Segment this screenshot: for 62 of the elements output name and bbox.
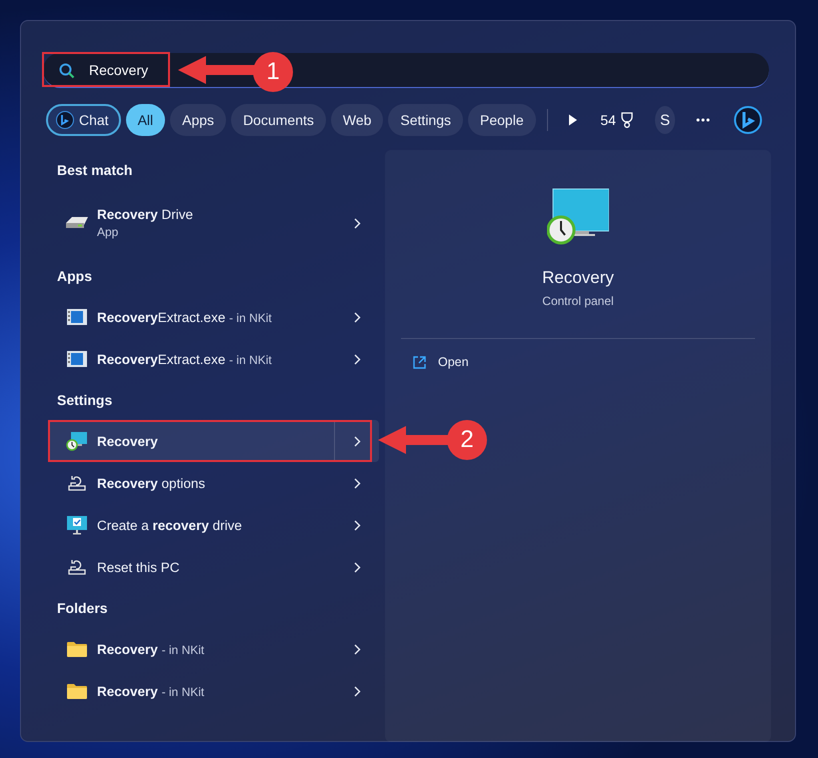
external-link-icon — [413, 356, 426, 368]
chevron-right-icon — [354, 312, 360, 322]
arrow-icon — [178, 56, 255, 84]
folder-icon — [67, 683, 87, 699]
program-window-icon — [67, 309, 87, 325]
reset-drive-icon — [68, 475, 86, 491]
chevron-right-icon — [354, 644, 360, 654]
filter-tab[interactable]: Apps — [170, 104, 226, 136]
open-button[interactable]: Open — [413, 355, 469, 369]
filter-tab[interactable]: All — [126, 104, 166, 136]
result-item[interactable]: Reset this PC — [49, 546, 379, 588]
program-window-icon — [67, 351, 87, 367]
chevron-right-icon — [354, 686, 360, 696]
chat-button[interactable]: Chat — [46, 104, 121, 136]
result-title: Reset this PC — [97, 560, 181, 574]
bing-icon — [56, 111, 74, 129]
result-item[interactable]: Recovery - in NKit — [49, 670, 379, 712]
result-title: RecoveryExtract.exe - in NKit — [97, 310, 273, 324]
result-title: Create a recovery drive — [97, 518, 243, 532]
result-title: Recovery - in NKit — [97, 642, 206, 656]
drive-icon — [65, 216, 89, 230]
folder-icon — [67, 641, 87, 657]
section-heading: Folders — [56, 599, 109, 618]
result-item[interactable]: Recovery Drive App — [49, 190, 379, 256]
filter-tab[interactable]: Documents — [231, 104, 326, 136]
bing-icon — [733, 105, 763, 135]
monitor-clock-icon — [547, 188, 609, 246]
result-item[interactable]: Recovery options — [49, 462, 379, 504]
chevron-right-icon — [354, 354, 360, 364]
filter-tab[interactable]: Web — [330, 104, 384, 136]
result-item[interactable]: Recovery - in NKit — [49, 628, 379, 670]
filter-tab[interactable]: People — [468, 104, 536, 136]
result-title: Recovery - in NKit — [97, 684, 206, 698]
section-heading: Settings — [56, 391, 114, 410]
result-item[interactable]: Create a recovery drive — [49, 504, 379, 546]
preview-subtitle: Control panel — [542, 294, 614, 308]
more-icon — [696, 118, 710, 122]
preview-title: Recovery — [542, 268, 614, 288]
result-item[interactable]: RecoveryExtract.exe - in NKit — [49, 338, 379, 380]
account-avatar[interactable]: S — [654, 106, 675, 134]
result-item[interactable]: RecoveryExtract.exe - in NKit — [49, 296, 379, 338]
chevron-right-icon — [354, 478, 360, 488]
trophy-icon — [620, 112, 634, 128]
rewards-points-button[interactable]: 54 — [594, 104, 640, 136]
monitor-clock-icon — [66, 431, 88, 451]
play-icon — [568, 114, 578, 126]
monitor-check-icon — [66, 515, 88, 535]
result-type: App — [97, 225, 120, 239]
chevron-right-icon — [354, 520, 360, 530]
section-heading: Best match — [56, 161, 134, 180]
result-title: Recovery options — [97, 476, 206, 490]
chevron-right-icon — [354, 218, 360, 228]
result-title: RecoveryExtract.exe - in NKit — [97, 352, 273, 366]
arrow-icon — [378, 426, 449, 454]
result-item[interactable]: Recovery — [49, 420, 379, 462]
chevron-right-icon — [354, 436, 360, 446]
filter-tab[interactable]: Settings — [388, 104, 464, 136]
reset-drive-icon — [68, 559, 86, 575]
section-heading: Apps — [56, 267, 93, 286]
chevron-right-icon — [354, 562, 360, 572]
result-title: Recovery — [97, 434, 159, 448]
result-title: Recovery Drive — [97, 207, 194, 222]
